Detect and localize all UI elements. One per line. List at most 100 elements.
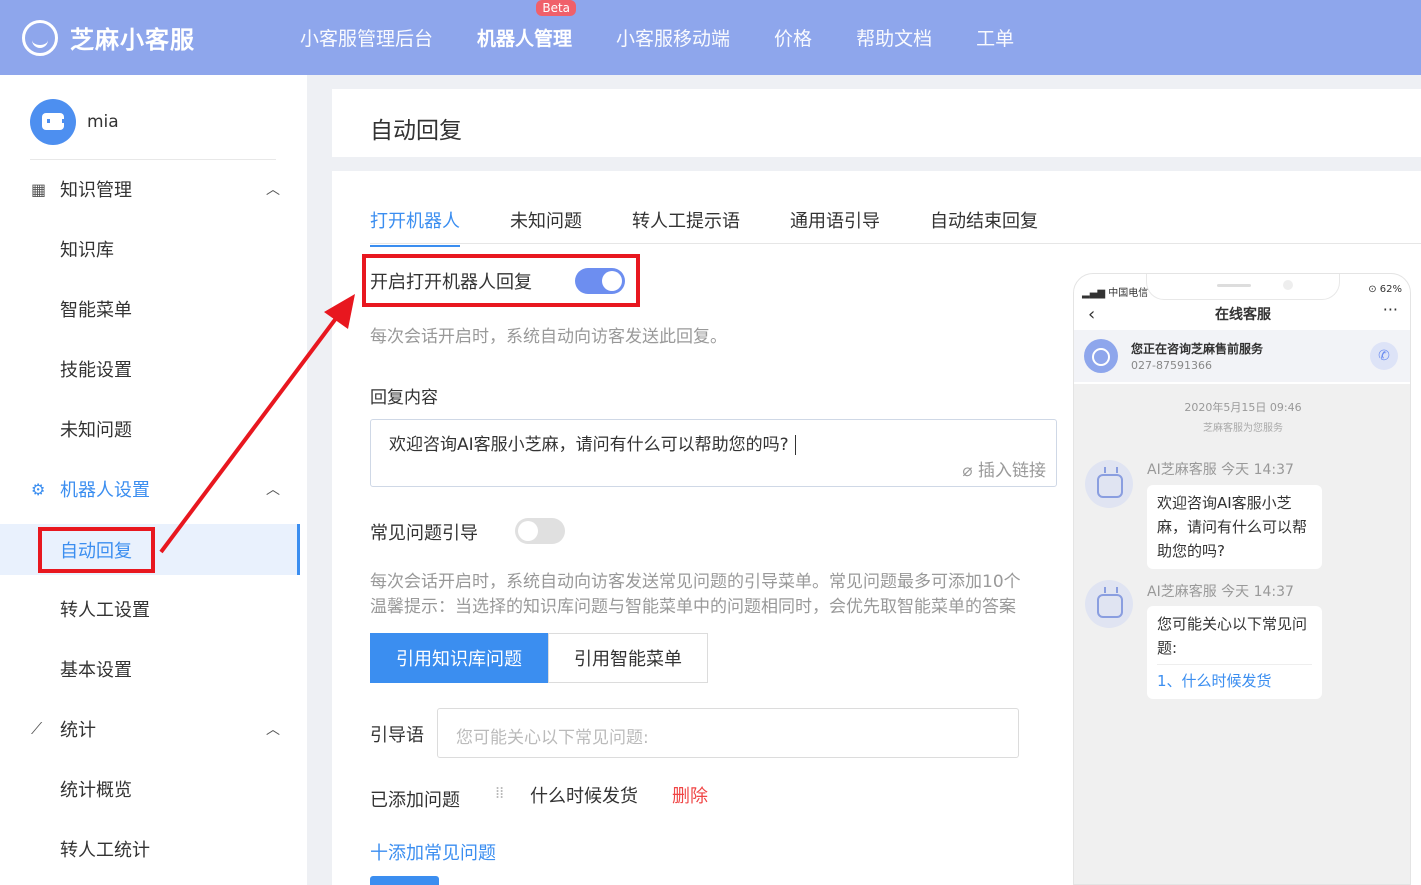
sidebar-item-transfer-stats[interactable]: 转人工统计 <box>0 819 300 879</box>
reply-text: 欢迎咨询AI客服小芝麻，请问有什么可以帮助您的吗? <box>389 435 789 455</box>
sidebar-group-robot-settings[interactable]: ⚙ 机器人设置 ︿ <box>0 459 300 519</box>
page-header: 自动回复 <box>332 89 1421 157</box>
signal-icon: ▂▄▆ <box>1082 288 1109 299</box>
status-carrier: ▂▄▆ 中国电信 <box>1082 284 1148 299</box>
user-profile[interactable]: mia <box>30 99 119 145</box>
brand-logo[interactable]: 芝麻小客服 <box>22 19 300 56</box>
sidebar-group-statistics[interactable]: ⟋ 统计 ︿ <box>0 699 300 759</box>
bot-message-text: 欢迎咨询AI客服小芝麻，请问有什么可以帮助您的吗? <box>1157 494 1308 560</box>
service-phone: 027-87591366 <box>1131 359 1212 372</box>
top-navigation-bar: 芝麻小客服 小客服管理后台 机器人管理 Beta 小客服移动端 价格 帮助文档 工… <box>0 0 1421 75</box>
brand-name: 芝麻小客服 <box>70 26 195 54</box>
sidebar-item-smart-menu[interactable]: 智能菜单 <box>0 279 300 339</box>
insert-link-button[interactable]: ⌀ 插入链接 <box>962 456 1046 481</box>
chevron-up-icon: ︿ <box>266 482 280 498</box>
nav-tickets[interactable]: 工单 <box>976 24 1014 51</box>
sidebar: mia ▦ 知识管理 ︿ 知识库 智能菜单 技能设置 未知问题 ⚙ 机器人设置 … <box>0 75 307 885</box>
delete-question-link[interactable]: 删除 <box>672 782 708 808</box>
nav-robot-label: 机器人管理 <box>477 28 573 50</box>
mobile-preview: ▂▄▆ 中国电信 ⊙ 62% ‹ 在线客服 ··· 您正在咨询芝麻售前服务 02… <box>1073 273 1411 885</box>
sidebar-item-label: 智能菜单 <box>60 300 132 321</box>
sidebar-item-stats-overview[interactable]: 统计概览 <box>0 759 300 819</box>
reply-content-value: 欢迎咨询AI客服小芝麻，请问有什么可以帮助您的吗? <box>389 430 796 455</box>
chat-subline: 芝麻客服为您服务 <box>1203 423 1283 434</box>
faq-guide-toggle-label: 常见问题引导 <box>370 523 478 544</box>
faq-guide-hint: 每次会话开启时，系统自动向访客发送常见问题的引导菜单。常见问题最多可添加10个 <box>370 572 1021 592</box>
added-questions-label: 已添加问题 <box>370 790 460 811</box>
reply-content-textarea[interactable]: 欢迎咨询AI客服小芝麻，请问有什么可以帮助您的吗? ⌀ 插入链接 <box>370 419 1057 487</box>
bubble-divider <box>1157 664 1312 665</box>
drag-handle-icon[interactable]: ⁞⁞ <box>495 783 504 802</box>
sidebar-item-label: 技能设置 <box>60 360 132 381</box>
carrier-text: 中国电信 <box>1108 288 1149 299</box>
bot-faq-intro: 您可能关心以下常见问题: <box>1157 615 1308 657</box>
tab-auto-end-reply[interactable]: 自动结束回复 <box>930 207 1038 247</box>
service-info-bar: 您正在咨询芝麻售前服务 027-87591366 ✆ <box>1074 330 1410 382</box>
grid-icon: ▦ <box>31 179 47 199</box>
phone-call-icon[interactable]: ✆ <box>1370 342 1398 370</box>
nav-mobile[interactable]: 小客服移动端 <box>616 24 730 51</box>
chat-date: 2020年5月15日 09:46 <box>1184 401 1302 414</box>
guide-text-label: 引导语 <box>370 725 424 746</box>
sidebar-item-skills[interactable]: 技能设置 <box>0 339 300 399</box>
line-chart-icon: ⟋ <box>31 719 43 738</box>
battery-text: 62% <box>1379 284 1402 295</box>
nav-admin[interactable]: 小客服管理后台 <box>300 24 433 51</box>
more-dots-icon[interactable]: ··· <box>1383 300 1398 319</box>
tab-divider <box>370 243 1421 244</box>
nav-help-docs[interactable]: 帮助文档 <box>856 24 932 51</box>
added-question-text: 什么时候发货 <box>530 786 638 807</box>
speaker-grille <box>1217 284 1251 287</box>
beta-badge: Beta <box>536 0 577 16</box>
bot-avatar-icon <box>1085 580 1133 628</box>
sidebar-group-knowledge[interactable]: ▦ 知识管理 ︿ <box>0 159 300 219</box>
bot-message-bubble: 欢迎咨询AI客服小芝麻，请问有什么可以帮助您的吗? <box>1147 485 1322 569</box>
sidebar-item-label: 转人工设置 <box>60 600 150 621</box>
sidebar-item-label: 知识库 <box>60 240 114 261</box>
add-faq-link[interactable]: 十添加常见问题 <box>370 839 496 865</box>
sidebar-item-knowledge-base[interactable]: 知识库 <box>0 219 300 279</box>
guide-text-input[interactable]: 您可能关心以下常见问题: <box>437 708 1019 758</box>
guide-text-placeholder: 您可能关心以下常见问题: <box>456 728 649 748</box>
sidebar-item-basic-settings[interactable]: 基本设置 <box>0 639 300 699</box>
group-label: 知识管理 <box>60 180 132 201</box>
phone-notch <box>1146 274 1340 300</box>
robot-avatar-icon <box>30 99 76 145</box>
save-button[interactable] <box>370 876 439 885</box>
tab-unknown-questions[interactable]: 未知问题 <box>510 207 582 247</box>
toggle-knob <box>518 521 538 541</box>
use-smart-menu-button[interactable]: 引用智能菜单 <box>548 633 708 683</box>
service-avatar-icon <box>1084 339 1118 373</box>
tab-common-guide[interactable]: 通用语引导 <box>790 207 880 247</box>
faq-link[interactable]: 1、什么时候发货 <box>1157 672 1272 690</box>
sidebar-item-label: 基本设置 <box>60 660 132 681</box>
phone-title: 在线客服 <box>1215 307 1271 323</box>
bot-faq-bubble: 您可能关心以下常见问题: 1、什么时候发货 <box>1147 606 1322 699</box>
use-kb-questions-button[interactable]: 引用知识库问题 <box>370 633 548 683</box>
reply-content-label: 回复内容 <box>370 388 438 408</box>
service-name: 您正在咨询芝麻售前服务 <box>1131 342 1264 356</box>
chevron-up-icon: ︿ <box>266 722 280 738</box>
tab-open-robot[interactable]: 打开机器人 <box>370 207 460 247</box>
sidebar-item-transfer-settings[interactable]: 转人工设置 <box>0 579 300 639</box>
faq-source-switch: 引用知识库问题 引用智能菜单 <box>370 633 708 683</box>
chevron-up-icon: ︿ <box>266 182 280 198</box>
sidebar-item-label: 未知问题 <box>60 420 132 441</box>
nav-price[interactable]: 价格 <box>774 24 812 51</box>
group-label: 机器人设置 <box>60 480 150 501</box>
page-title: 自动回复 <box>370 118 462 144</box>
sidebar-item-unknown-questions[interactable]: 未知问题 <box>0 399 300 459</box>
text-caret <box>794 435 796 455</box>
username: mia <box>87 112 119 132</box>
status-battery: ⊙ 62% <box>1368 284 1402 295</box>
bot-message-sender: AI芝麻客服 今天 14:37 <box>1147 462 1294 478</box>
bot-message-sender: AI芝麻客服 今天 14:37 <box>1147 584 1294 600</box>
insert-link-label: 插入链接 <box>978 461 1046 481</box>
faq-guide-toggle[interactable] <box>515 518 565 544</box>
camera-dot <box>1283 280 1293 290</box>
tab-transfer-prompt[interactable]: 转人工提示语 <box>632 207 740 247</box>
paperclip-icon: ⌀ <box>962 461 978 481</box>
nav-robot-management[interactable]: 机器人管理 Beta <box>477 0 577 51</box>
highlight-box-auto-reply <box>38 527 155 573</box>
robot-reply-hint: 每次会话开启时，系统自动向访客发送此回复。 <box>370 327 727 347</box>
